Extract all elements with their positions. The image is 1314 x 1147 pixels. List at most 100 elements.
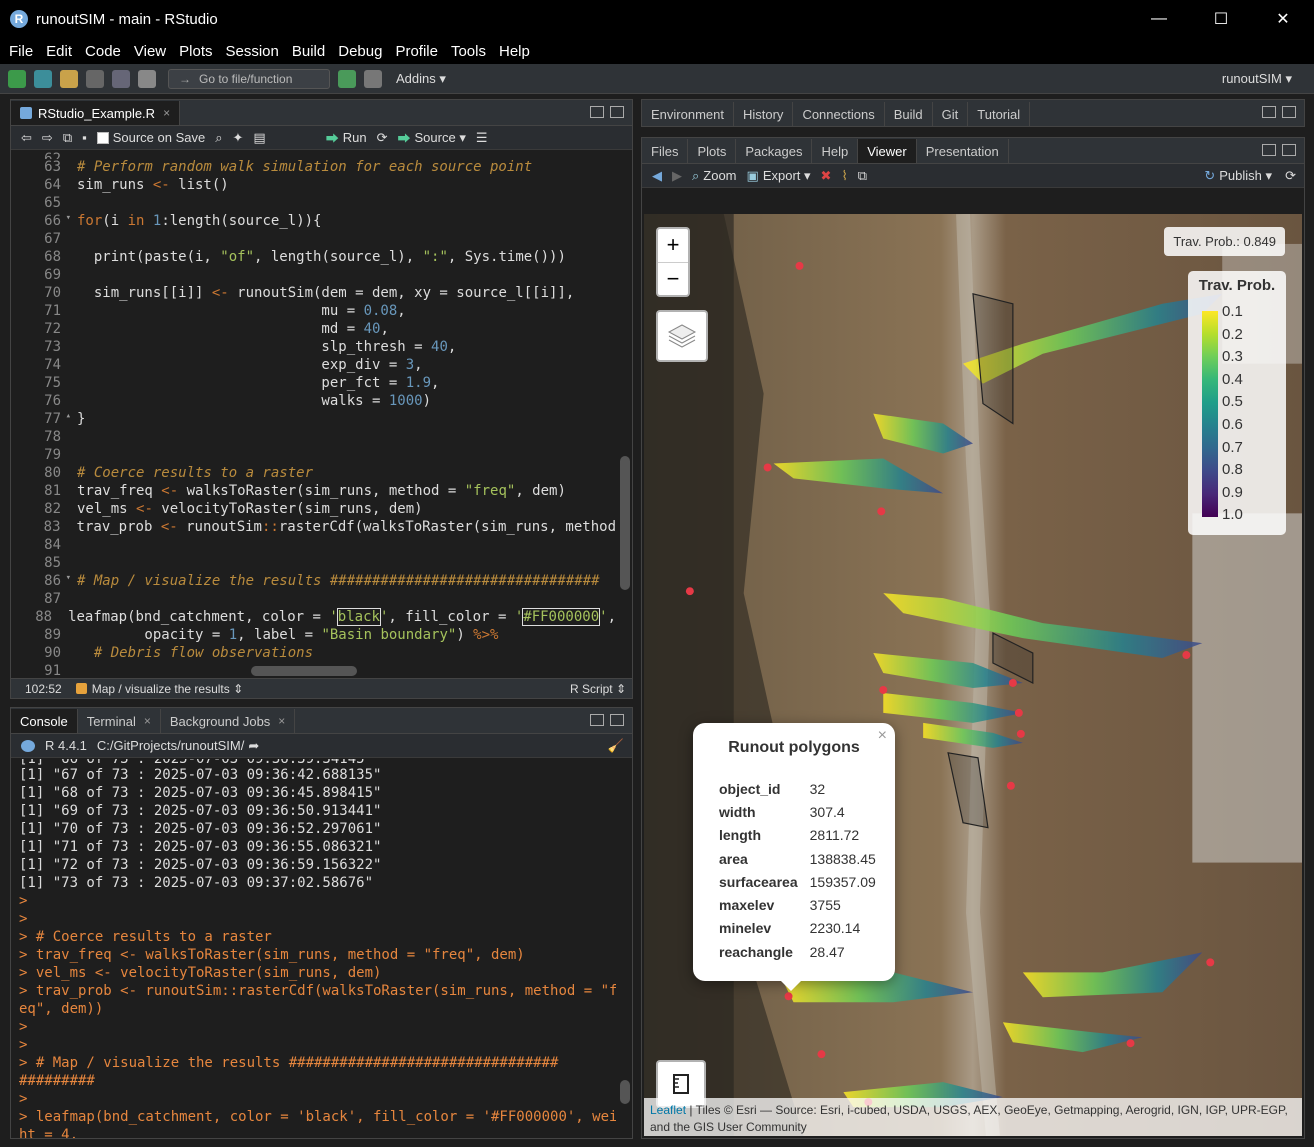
project-menu[interactable]: runoutSIM ▾ — [1222, 71, 1292, 87]
file-type-selector[interactable]: R Script ⇕ — [570, 682, 626, 696]
refresh-icon[interactable]: ⟳ — [1285, 168, 1296, 184]
close-background-jobs-icon[interactable]: × — [278, 714, 285, 728]
new-file-icon[interactable] — [8, 69, 26, 88]
menu-view[interactable]: View — [134, 43, 166, 60]
popup-row: minelev 2230.14 — [719, 917, 888, 940]
run-button[interactable]: ⮕ Run — [326, 128, 367, 147]
show-in-window-icon[interactable]: ⧉ — [63, 130, 72, 146]
search-icon[interactable]: ⌕ — [215, 130, 222, 146]
console-line: ht = 4, — [19, 1127, 79, 1138]
clear-viewer-icon[interactable]: ✖ — [821, 168, 832, 184]
source-on-save-checkbox[interactable]: Source on Save — [96, 130, 205, 145]
menu-session[interactable]: Session — [226, 43, 279, 60]
attr-value: 2230.14 — [809, 920, 861, 937]
scope-selector[interactable]: Map / visualize the results ⇕ — [75, 682, 243, 696]
save-all-icon[interactable] — [112, 69, 130, 88]
leaflet-map[interactable]: + − Trav. Prob.: 0.849 Trav. Prob. 0.1 0… — [644, 214, 1302, 1136]
tab-terminal[interactable]: Terminal × — [78, 709, 161, 733]
zoom-out-button[interactable]: − — [658, 263, 688, 297]
tab-background-jobs[interactable]: Background Jobs × — [161, 709, 296, 733]
menu-debug[interactable]: Debug — [338, 43, 382, 60]
addins-menu[interactable]: Addins ▾ — [396, 71, 446, 87]
leaflet-link[interactable]: Leaflet — [650, 1103, 686, 1117]
tab-viewer[interactable]: Viewer — [858, 139, 917, 163]
layers-control[interactable] — [656, 310, 708, 362]
forward-arrow-icon[interactable]: ⇨ — [42, 130, 53, 146]
magic-wand-icon[interactable]: ✦ — [233, 130, 244, 146]
tab-connections[interactable]: Connections — [793, 102, 885, 126]
open-folder-icon[interactable] — [60, 69, 78, 88]
tab-build[interactable]: Build — [885, 102, 933, 126]
tab-console[interactable]: Console — [11, 709, 78, 733]
source-button[interactable]: ⮕ Source ▾ — [398, 128, 466, 147]
tab-files[interactable]: Files — [642, 139, 689, 163]
maximize-pane-icon[interactable] — [610, 714, 624, 726]
menu-profile[interactable]: Profile — [395, 43, 438, 60]
console-line: > — [19, 893, 28, 909]
compile-report-icon[interactable]: ▤ — [253, 130, 265, 146]
print-icon[interactable] — [138, 69, 156, 88]
tab-help[interactable]: Help — [812, 139, 859, 163]
forward-arrow-icon[interactable]: ▶ — [672, 168, 682, 184]
menu-help[interactable]: Help — [499, 43, 530, 60]
outline-icon[interactable]: ☰ — [476, 130, 488, 146]
new-project-icon[interactable] — [34, 69, 52, 88]
export-button[interactable]: ▣ Export ▾ — [747, 168, 811, 184]
console-scrollbar[interactable] — [620, 1080, 630, 1104]
goto-file-input[interactable]: Go to file/function — [168, 68, 330, 89]
code-editor[interactable]: 62 63 # Perform random walk simulation fo… — [11, 151, 616, 678]
close-button[interactable]: ✕ — [1252, 0, 1314, 38]
zoom-button[interactable]: ⌕ Zoom — [692, 168, 737, 184]
menu-code[interactable]: Code — [85, 43, 121, 60]
tab-history[interactable]: History — [734, 102, 794, 126]
working-directory[interactable]: C:/GitProjects/runoutSIM/ — [97, 738, 244, 753]
popup-row: area 138838.45 — [719, 847, 888, 870]
vcs-icon[interactable] — [338, 69, 356, 88]
maximize-pane-icon[interactable] — [1282, 144, 1296, 156]
menu-plots[interactable]: Plots — [179, 43, 212, 60]
editor-tab[interactable]: RStudio_Example.R × — [11, 101, 181, 125]
magnifier-icon: ⌕ — [692, 167, 700, 183]
goto-directory-icon[interactable]: ➦ — [248, 738, 259, 754]
close-terminal-icon[interactable]: × — [144, 714, 151, 728]
minimize-pane-icon[interactable] — [590, 106, 604, 118]
tab-environment[interactable]: Environment — [642, 102, 734, 126]
clear-console-icon[interactable]: 🧹 — [608, 738, 624, 754]
editor-scrollbar[interactable] — [620, 456, 630, 590]
editor-hscrollbar[interactable] — [251, 666, 357, 676]
broom-icon[interactable]: ⌇ — [841, 168, 847, 184]
rerun-icon[interactable]: ⟳ — [377, 130, 388, 146]
save-icon[interactable] — [86, 69, 104, 88]
attr-key: maxelev — [719, 897, 775, 914]
popup-close-icon[interactable]: × — [878, 727, 887, 745]
close-tab-icon[interactable]: × — [163, 106, 170, 120]
minimize-pane-icon[interactable] — [1262, 144, 1276, 156]
attr-value: 32 — [809, 780, 826, 797]
source-label: Source ▾ — [414, 129, 466, 145]
publish-button[interactable]: ↻ Publish ▾ — [1204, 168, 1272, 184]
grid-layout-icon[interactable] — [364, 69, 382, 88]
tab-plots[interactable]: Plots — [688, 139, 737, 163]
restore-pane-icon[interactable] — [1262, 106, 1276, 118]
save-file-icon[interactable]: ▪ — [82, 130, 87, 145]
zoom-in-button[interactable]: + — [658, 229, 688, 263]
tab-git[interactable]: Git — [933, 102, 969, 126]
tab-tutorial[interactable]: Tutorial — [968, 102, 1031, 126]
menu-file[interactable]: File — [9, 43, 33, 60]
rstudio-window: R runoutSIM - main - RStudio — ☐ ✕ File … — [0, 0, 1314, 1147]
minimize-pane-icon[interactable] — [590, 714, 604, 726]
maximize-pane-icon[interactable] — [610, 106, 624, 118]
back-arrow-icon[interactable]: ⇦ — [21, 130, 32, 146]
console-output[interactable]: [1] "66 of 73 : 2025-07-03 09:36:39.3414… — [11, 759, 616, 1138]
show-new-window-icon[interactable]: ⧉ — [858, 168, 867, 184]
console-line: ######### — [19, 1073, 95, 1089]
tab-presentation[interactable]: Presentation — [917, 139, 1009, 163]
back-arrow-icon[interactable]: ◀ — [652, 168, 662, 184]
maximize-button[interactable]: ☐ — [1190, 0, 1252, 38]
maximize-pane-icon[interactable] — [1282, 106, 1296, 118]
tab-packages[interactable]: Packages — [736, 139, 813, 163]
menu-edit[interactable]: Edit — [46, 43, 72, 60]
menu-build[interactable]: Build — [292, 43, 325, 60]
minimize-button[interactable]: — — [1128, 0, 1190, 38]
menu-tools[interactable]: Tools — [451, 43, 486, 60]
